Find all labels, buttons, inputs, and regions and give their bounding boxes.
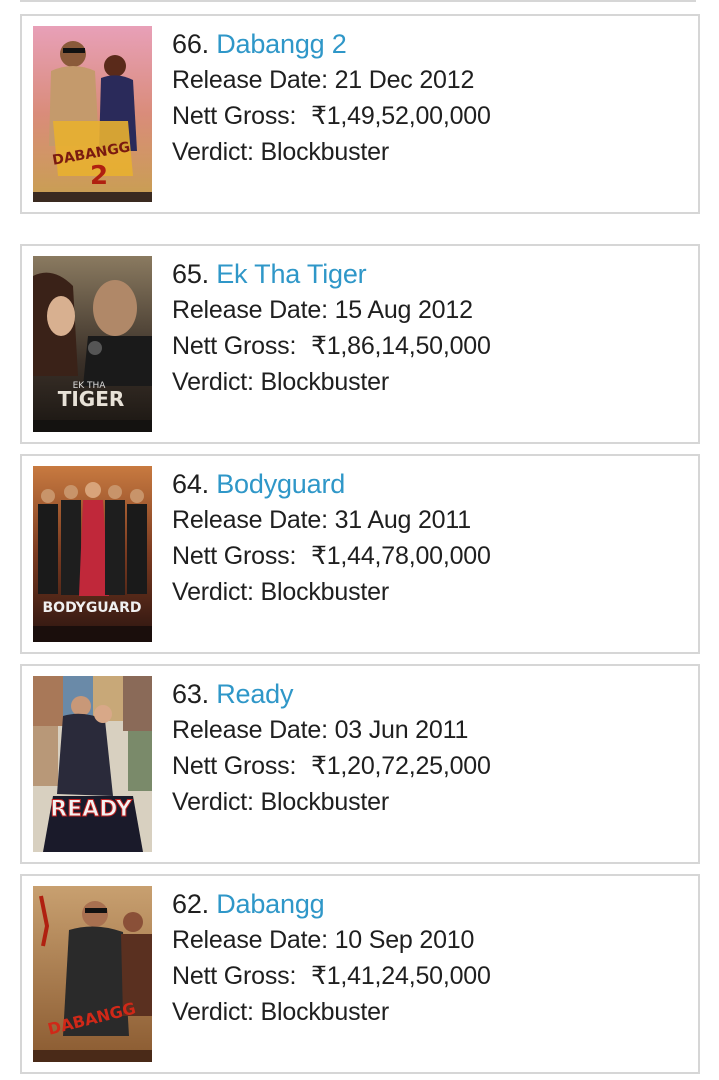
release-date-row: Release Date: 31 Aug 2011 [172, 502, 688, 538]
verdict-label: Verdict: [172, 998, 261, 1026]
movie-poster-image[interactable]: READY [33, 676, 152, 852]
movie-title-row: 65. Ek Tha Tiger [172, 256, 688, 292]
release-date-value: 03 Jun 2011 [334, 716, 469, 744]
release-date-value: 10 Sep 2010 [334, 926, 475, 954]
movie-poster-image[interactable]: DABANGG 2 [33, 26, 152, 202]
movie-title-row: 66. Dabangg 2 [172, 26, 688, 62]
movie-card: DABANGG 2 66. Dabangg 2 Release Date: 21… [20, 14, 700, 214]
movie-rank: 62. [172, 889, 209, 919]
nett-gross-row: Nett Gross: ₹1,44,78,00,000 [172, 538, 688, 574]
release-date-label: Release Date: [172, 66, 335, 94]
release-date-label: Release Date: [172, 716, 335, 744]
verdict-row: Verdict: Blockbuster [172, 784, 688, 820]
verdict-value: Blockbuster [260, 998, 390, 1026]
movie-title-link[interactable]: Bodyguard [216, 469, 345, 499]
verdict-label: Verdict: [172, 138, 261, 166]
nett-gross-value: 1,86,14,50,000 [326, 332, 491, 360]
movie-card: EK THA TIGER 65. Ek Tha Tiger Release Da… [20, 244, 700, 444]
rupee-icon: ₹ [310, 332, 327, 360]
nett-gross-value: 1,41,24,50,000 [326, 962, 491, 990]
poster-title-text: BODYGUARD [43, 600, 142, 616]
movie-title-link[interactable]: Ready [216, 679, 293, 709]
release-date-value: 21 Dec 2012 [334, 66, 475, 94]
nett-gross-label: Nett Gross: [172, 332, 303, 360]
movie-poster-image[interactable]: DABANGG [33, 886, 152, 1062]
movie-title-row: 63. Ready [172, 676, 688, 712]
verdict-row: Verdict: Blockbuster [172, 574, 688, 610]
verdict-row: Verdict: Blockbuster [172, 994, 688, 1030]
nett-gross-row: Nett Gross: ₹1,49,52,00,000 [172, 98, 688, 134]
nett-gross-value: 1,49,52,00,000 [326, 102, 491, 130]
verdict-label: Verdict: [172, 788, 261, 816]
verdict-label: Verdict: [172, 578, 261, 606]
movie-poster-image[interactable]: EK THA TIGER [33, 256, 152, 432]
verdict-value: Blockbuster [260, 138, 390, 166]
release-date-value: 15 Aug 2012 [334, 296, 473, 324]
movie-card: BODYGUARD 64. Bodyguard Release Date: 31… [20, 454, 700, 654]
nett-gross-value: 1,20,72,25,000 [326, 752, 491, 780]
release-date-row: Release Date: 10 Sep 2010 [172, 922, 688, 958]
movie-title-row: 64. Bodyguard [172, 466, 688, 502]
verdict-row: Verdict: Blockbuster [172, 364, 688, 400]
nett-gross-label: Nett Gross: [172, 542, 303, 570]
verdict-value: Blockbuster [260, 578, 390, 606]
movie-rank: 65. [172, 259, 209, 289]
nett-gross-label: Nett Gross: [172, 752, 303, 780]
movie-rank: 64. [172, 469, 209, 499]
movie-title-row: 62. Dabangg [172, 886, 688, 922]
release-date-label: Release Date: [172, 296, 335, 324]
nett-gross-label: Nett Gross: [172, 962, 303, 990]
nett-gross-value: 1,44,78,00,000 [326, 542, 491, 570]
rupee-icon: ₹ [310, 542, 327, 570]
poster-title-text: READY [50, 797, 133, 822]
verdict-label: Verdict: [172, 368, 261, 396]
verdict-value: Blockbuster [260, 788, 390, 816]
verdict-row: Verdict: Blockbuster [172, 134, 688, 170]
release-date-label: Release Date: [172, 926, 335, 954]
movie-title-link[interactable]: Dabangg [216, 889, 324, 919]
svg-text:2: 2 [90, 161, 108, 191]
release-date-row: Release Date: 15 Aug 2012 [172, 292, 688, 328]
rupee-icon: ₹ [310, 102, 327, 130]
movie-rank: 66. [172, 29, 209, 59]
release-date-value: 31 Aug 2011 [334, 506, 472, 534]
poster-title-text: TIGER [58, 387, 125, 411]
movie-card: DABANGG 62. Dabangg Release Date: 10 Sep… [20, 874, 700, 1074]
rupee-icon: ₹ [310, 962, 327, 990]
release-date-row: Release Date: 03 Jun 2011 [172, 712, 688, 748]
movie-title-link[interactable]: Ek Tha Tiger [216, 259, 366, 289]
verdict-value: Blockbuster [260, 368, 390, 396]
nett-gross-row: Nett Gross: ₹1,20,72,25,000 [172, 748, 688, 784]
nett-gross-row: Nett Gross: ₹1,86,14,50,000 [172, 328, 688, 364]
movie-rank: 63. [172, 679, 209, 709]
nett-gross-label: Nett Gross: [172, 102, 303, 130]
rupee-icon: ₹ [310, 752, 327, 780]
previous-card-edge [20, 0, 696, 2]
movie-card: READY 63. Ready Release Date: 03 Jun 201… [20, 664, 700, 864]
movie-title-link[interactable]: Dabangg 2 [216, 29, 347, 59]
nett-gross-row: Nett Gross: ₹1,41,24,50,000 [172, 958, 688, 994]
release-date-row: Release Date: 21 Dec 2012 [172, 62, 688, 98]
movie-poster-image[interactable]: BODYGUARD [33, 466, 152, 642]
release-date-label: Release Date: [172, 506, 335, 534]
